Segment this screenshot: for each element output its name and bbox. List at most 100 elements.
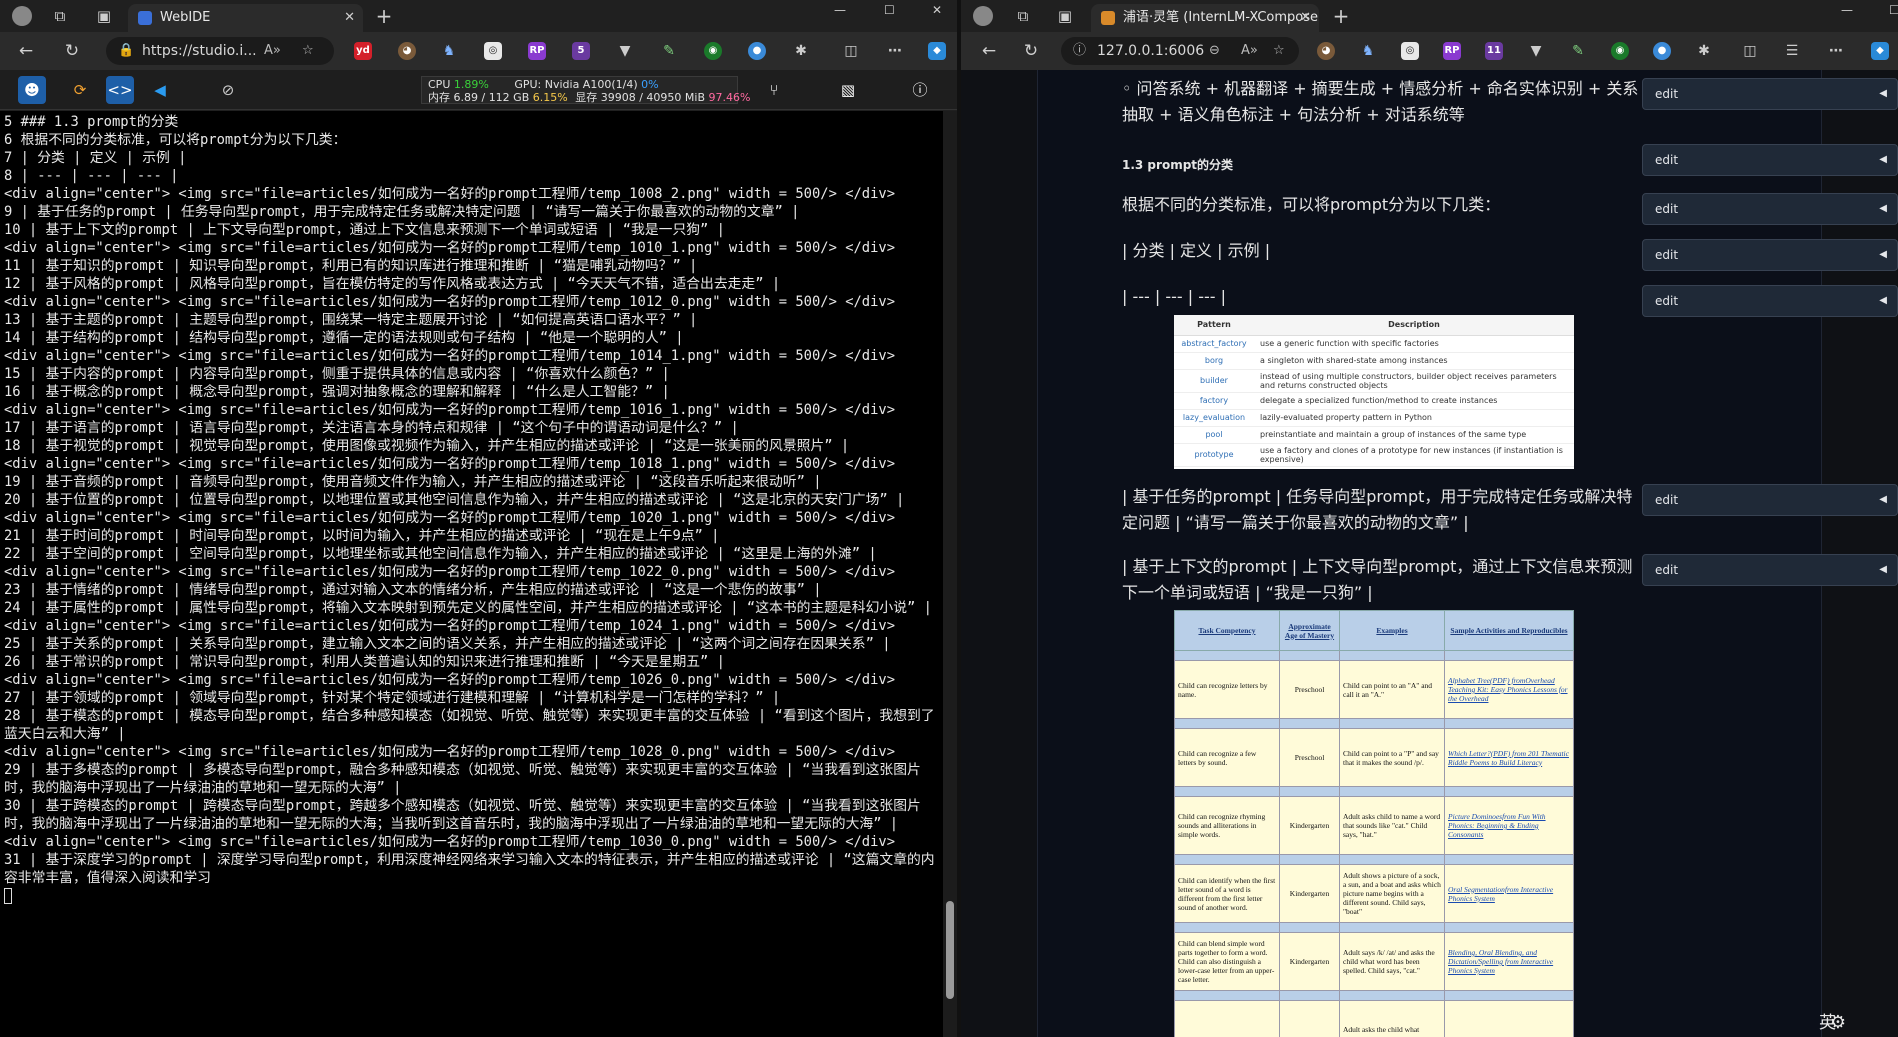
- ext-robot-icon[interactable]: ♞: [440, 42, 458, 60]
- info-icon[interactable]: ⓘ: [906, 76, 934, 104]
- ext-globe-icon[interactable]: ●: [1653, 42, 1671, 60]
- table-cell[interactable]: Alphabet Tree(PDF) fromOverhead Teaching…: [1444, 660, 1574, 719]
- image-icon[interactable]: ▧: [834, 76, 862, 104]
- url-field[interactable]: ⓘ 127.0.0.1:6006 ⊖ A» ☆: [1061, 37, 1299, 65]
- table-cell[interactable]: Picture Dominoesfrom Fun With Phonics: B…: [1444, 796, 1574, 855]
- new-tab-icon[interactable]: +: [1331, 6, 1351, 26]
- minimize-button[interactable]: —: [1841, 0, 1853, 22]
- terminal-output[interactable]: 5 ### 1.3 prompt的分类 6 根据不同的分类标准，可以将prompt…: [0, 111, 943, 1037]
- edit-button-5[interactable]: edit ◀: [1642, 484, 1898, 516]
- ext-glasses-icon[interactable]: ◎: [484, 42, 502, 60]
- fork-icon[interactable]: ⑂: [760, 76, 788, 104]
- ext-pen-icon[interactable]: ✎: [1569, 42, 1587, 60]
- tc-header-1: Approximate Age of Mastery: [1279, 610, 1340, 651]
- ext-globe-icon[interactable]: ●: [748, 42, 766, 60]
- table-cell[interactable]: [1444, 1000, 1574, 1037]
- collapse-arrow-icon[interactable]: ◀: [1879, 79, 1887, 109]
- edit-button-0[interactable]: edit ◀: [1642, 78, 1898, 110]
- ext-pen-icon[interactable]: ✎: [660, 42, 678, 60]
- refresh-icon[interactable]: ↻: [1021, 41, 1041, 61]
- table-spacer-row: [1174, 650, 1574, 661]
- back-icon[interactable]: ←: [16, 41, 36, 61]
- new-tab-icon[interactable]: +: [374, 6, 394, 26]
- ext-rp-icon[interactable]: RP: [528, 42, 546, 60]
- read-aloud-icon[interactable]: A»: [264, 37, 281, 65]
- collapse-arrow-icon[interactable]: ◀: [1879, 194, 1887, 224]
- zoom-icon[interactable]: ⊖: [1209, 37, 1220, 65]
- terminal-scrollbar[interactable]: [943, 111, 957, 1037]
- terminal-line: 22 | 基于空间的prompt | 空间导向型prompt，以地理坐标或其他空…: [4, 546, 877, 562]
- tab-internlm[interactable]: 浦语·灵笔 (InternLM-XComposer) ✕: [1091, 4, 1319, 32]
- copilot-icon[interactable]: ◆: [928, 42, 946, 60]
- edit-button-6[interactable]: edit ◀: [1642, 554, 1898, 586]
- terminal-line: 11 | 基于知识的prompt | 知识导向型prompt，利用已有的知识库进…: [4, 258, 698, 274]
- tab-webide[interactable]: WebIDE ✕: [128, 4, 363, 32]
- favorite-star-icon[interactable]: ☆: [302, 37, 314, 65]
- tab-actions-icon[interactable]: ▣: [94, 6, 114, 26]
- collapse-arrow-icon[interactable]: ◀: [1879, 555, 1887, 585]
- workspaces-icon[interactable]: ⧉: [50, 6, 70, 26]
- table-cell[interactable]: Blending, Oral Blending, and Dictation/S…: [1444, 932, 1574, 991]
- minimize-button[interactable]: —: [834, 0, 846, 22]
- close-tab-icon[interactable]: ✕: [1300, 4, 1311, 32]
- scroll-thumb[interactable]: [946, 901, 954, 999]
- ide-logo-icon[interactable]: ☻: [18, 76, 46, 104]
- extensions-puzzle-icon[interactable]: ✱: [1695, 42, 1713, 60]
- jupyter-icon[interactable]: ⟳: [66, 76, 94, 104]
- split-screen-icon[interactable]: ◫: [842, 42, 860, 60]
- ext-avatar-icon[interactable]: ◕: [1317, 42, 1335, 60]
- table-cell[interactable]: Which Letter?(PDF) from 201 Thematic Rid…: [1444, 728, 1574, 787]
- terminal-line: 15 | 基于内容的prompt | 内容导向型prompt，侧重于提供具体的信…: [4, 366, 670, 382]
- ext-puzzle-badge-icon[interactable]: 11: [1485, 42, 1503, 60]
- workspaces-icon[interactable]: ⧉: [1013, 6, 1033, 26]
- edit-button-3[interactable]: edit ◀: [1642, 239, 1898, 271]
- favorite-star-icon[interactable]: ☆: [1273, 37, 1285, 65]
- close-window-button[interactable]: ✕: [932, 0, 942, 22]
- profile-avatar-icon[interactable]: [12, 6, 32, 26]
- ime-indicator[interactable]: 英: [1819, 1008, 1836, 1033]
- edit-button-2[interactable]: edit ◀: [1642, 193, 1898, 225]
- ext-puzzle-badge-icon[interactable]: 5: [572, 42, 590, 60]
- spacer-cell: [1339, 990, 1445, 1001]
- maximize-button[interactable]: ☐: [884, 0, 895, 22]
- copilot-icon[interactable]: ◆: [1871, 42, 1889, 60]
- read-aloud-icon[interactable]: A»: [1241, 37, 1258, 65]
- edit-button-1[interactable]: edit ◀: [1642, 144, 1898, 176]
- profile-avatar-icon[interactable]: [973, 6, 993, 26]
- back-icon[interactable]: ←: [979, 41, 999, 61]
- collapse-arrow-icon[interactable]: ◀: [1879, 286, 1887, 316]
- close-tab-icon[interactable]: ✕: [344, 4, 355, 32]
- ext-green-circle-icon[interactable]: ◉: [704, 42, 722, 60]
- pattern-name: pool: [1174, 426, 1254, 444]
- table-cell: Kindergarten: [1279, 864, 1340, 923]
- ext-avatar-icon[interactable]: ◕: [398, 42, 416, 60]
- code-icon[interactable]: <>: [106, 76, 134, 104]
- ext-rp-icon[interactable]: RP: [1443, 42, 1461, 60]
- split-screen-icon[interactable]: ◫: [1741, 42, 1759, 60]
- edit-button-4[interactable]: edit ◀: [1642, 285, 1898, 317]
- more-menu-icon[interactable]: ⋯: [1827, 42, 1845, 60]
- tab-actions-icon[interactable]: ▣: [1055, 6, 1075, 26]
- ext-v-icon[interactable]: ▼: [1527, 42, 1545, 60]
- table-cell[interactable]: Oral Segmentationfrom Interactive Phonic…: [1444, 864, 1574, 923]
- ext-green-circle-icon[interactable]: ◉: [1611, 42, 1629, 60]
- pattern-table: Pattern Description abstract_factory use …: [1174, 315, 1574, 467]
- terminal-line: <div align="center"> <img src="file=arti…: [4, 618, 896, 634]
- extensions-puzzle-icon[interactable]: ✱: [792, 42, 810, 60]
- ext-glasses-icon[interactable]: ◎: [1401, 42, 1419, 60]
- maximize-button[interactable]: ☐: [1889, 0, 1898, 22]
- ext-robot-icon[interactable]: ♞: [1359, 42, 1377, 60]
- more-menu-icon[interactable]: ⋯: [886, 42, 904, 60]
- ext-v-icon[interactable]: ▼: [616, 42, 634, 60]
- collapse-arrow-icon[interactable]: ◀: [1879, 485, 1887, 515]
- vscode-icon[interactable]: ◀: [146, 76, 174, 104]
- table-spacer-row: [1174, 786, 1574, 797]
- collections-icon[interactable]: ☰: [1783, 42, 1801, 60]
- url-field[interactable]: 🔒 https://studio.i... A» ☆: [106, 37, 334, 65]
- ext-yd-icon[interactable]: yd: [354, 42, 372, 60]
- refresh-icon[interactable]: ↻: [62, 41, 82, 61]
- resource-stats: CPU 1.89% GPU: Nvidia A100(1/4) 0% 内存 6.…: [421, 76, 750, 104]
- compass-icon[interactable]: ⊘: [214, 76, 242, 104]
- collapse-arrow-icon[interactable]: ◀: [1879, 145, 1887, 175]
- collapse-arrow-icon[interactable]: ◀: [1879, 240, 1887, 270]
